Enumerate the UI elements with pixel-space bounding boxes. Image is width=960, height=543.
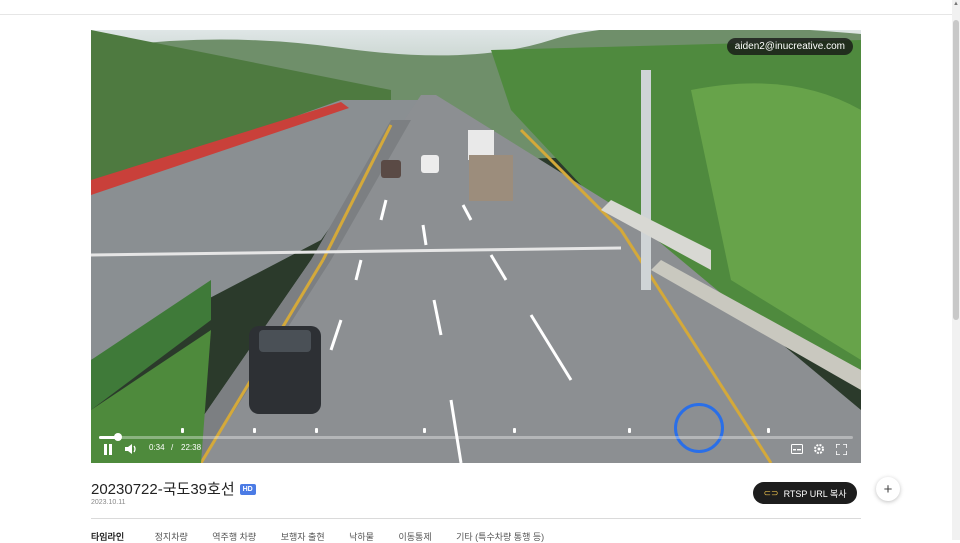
tab-other[interactable]: 기타 (특수차량 통행 등) [456,532,544,542]
link-icon: ⊂⊃ [763,487,779,498]
duration: 22:38 [181,443,202,452]
divider [91,518,861,519]
copy-rtsp-url-button[interactable]: ⊂⊃ RTSP URL 복사 [753,482,857,504]
video-player[interactable]: aiden2@inucreative.com 0:34 / 22:38 [91,30,861,463]
video-frame [91,30,861,463]
timeline-marker[interactable] [315,428,318,433]
timeline-marker[interactable] [767,428,770,433]
add-button[interactable]: + [876,477,900,501]
event-tabs: 타임라인 정지차량 역주행 차량 보행자 출현 낙하물 이동통제 기타 (특수차… [91,530,566,543]
tab-pedestrian[interactable]: 보행자 출현 [281,532,325,542]
timeline-marker[interactable] [253,428,256,433]
video-date: 2023.10.11 [91,499,126,506]
tabs-label: 타임라인 [91,532,125,542]
tab-wrong-way-vehicle[interactable]: 역주행 차량 [212,532,256,542]
timeline-marker[interactable] [513,428,516,433]
browser-top-bar [0,0,952,15]
video-title: 20230722-국도39호선 [91,481,235,498]
scroll-up-arrow-icon[interactable]: ▲ [952,0,960,8]
timeline-marker[interactable] [423,428,426,433]
pause-icon[interactable] [101,442,115,456]
watermark-label: aiden2@inucreative.com [726,38,853,55]
fullscreen-icon[interactable] [834,442,848,456]
time-separator: / [171,443,174,452]
tab-stopped-vehicle[interactable]: 정지차량 [155,532,188,542]
hd-badge: HD [239,484,256,495]
video-title-row: 20230722-국도39호선 HD [91,478,256,499]
volume-icon[interactable] [123,442,139,456]
tab-fallen-object[interactable]: 낙하물 [349,532,374,542]
scroll-thumb[interactable] [953,20,959,320]
timeline-marker[interactable] [181,428,184,433]
timeline-marker[interactable] [628,428,631,433]
settings-gear-icon[interactable] [812,442,826,456]
player-controls: 0:34 / 22:38 [91,437,861,463]
tab-traffic-control[interactable]: 이동통제 [398,532,431,542]
current-time: 0:34 [149,443,165,452]
page-scrollbar[interactable]: ▲ [952,0,960,540]
copy-rtsp-url-label: RTSP URL 복사 [783,488,847,499]
subtitles-icon[interactable] [790,443,804,455]
